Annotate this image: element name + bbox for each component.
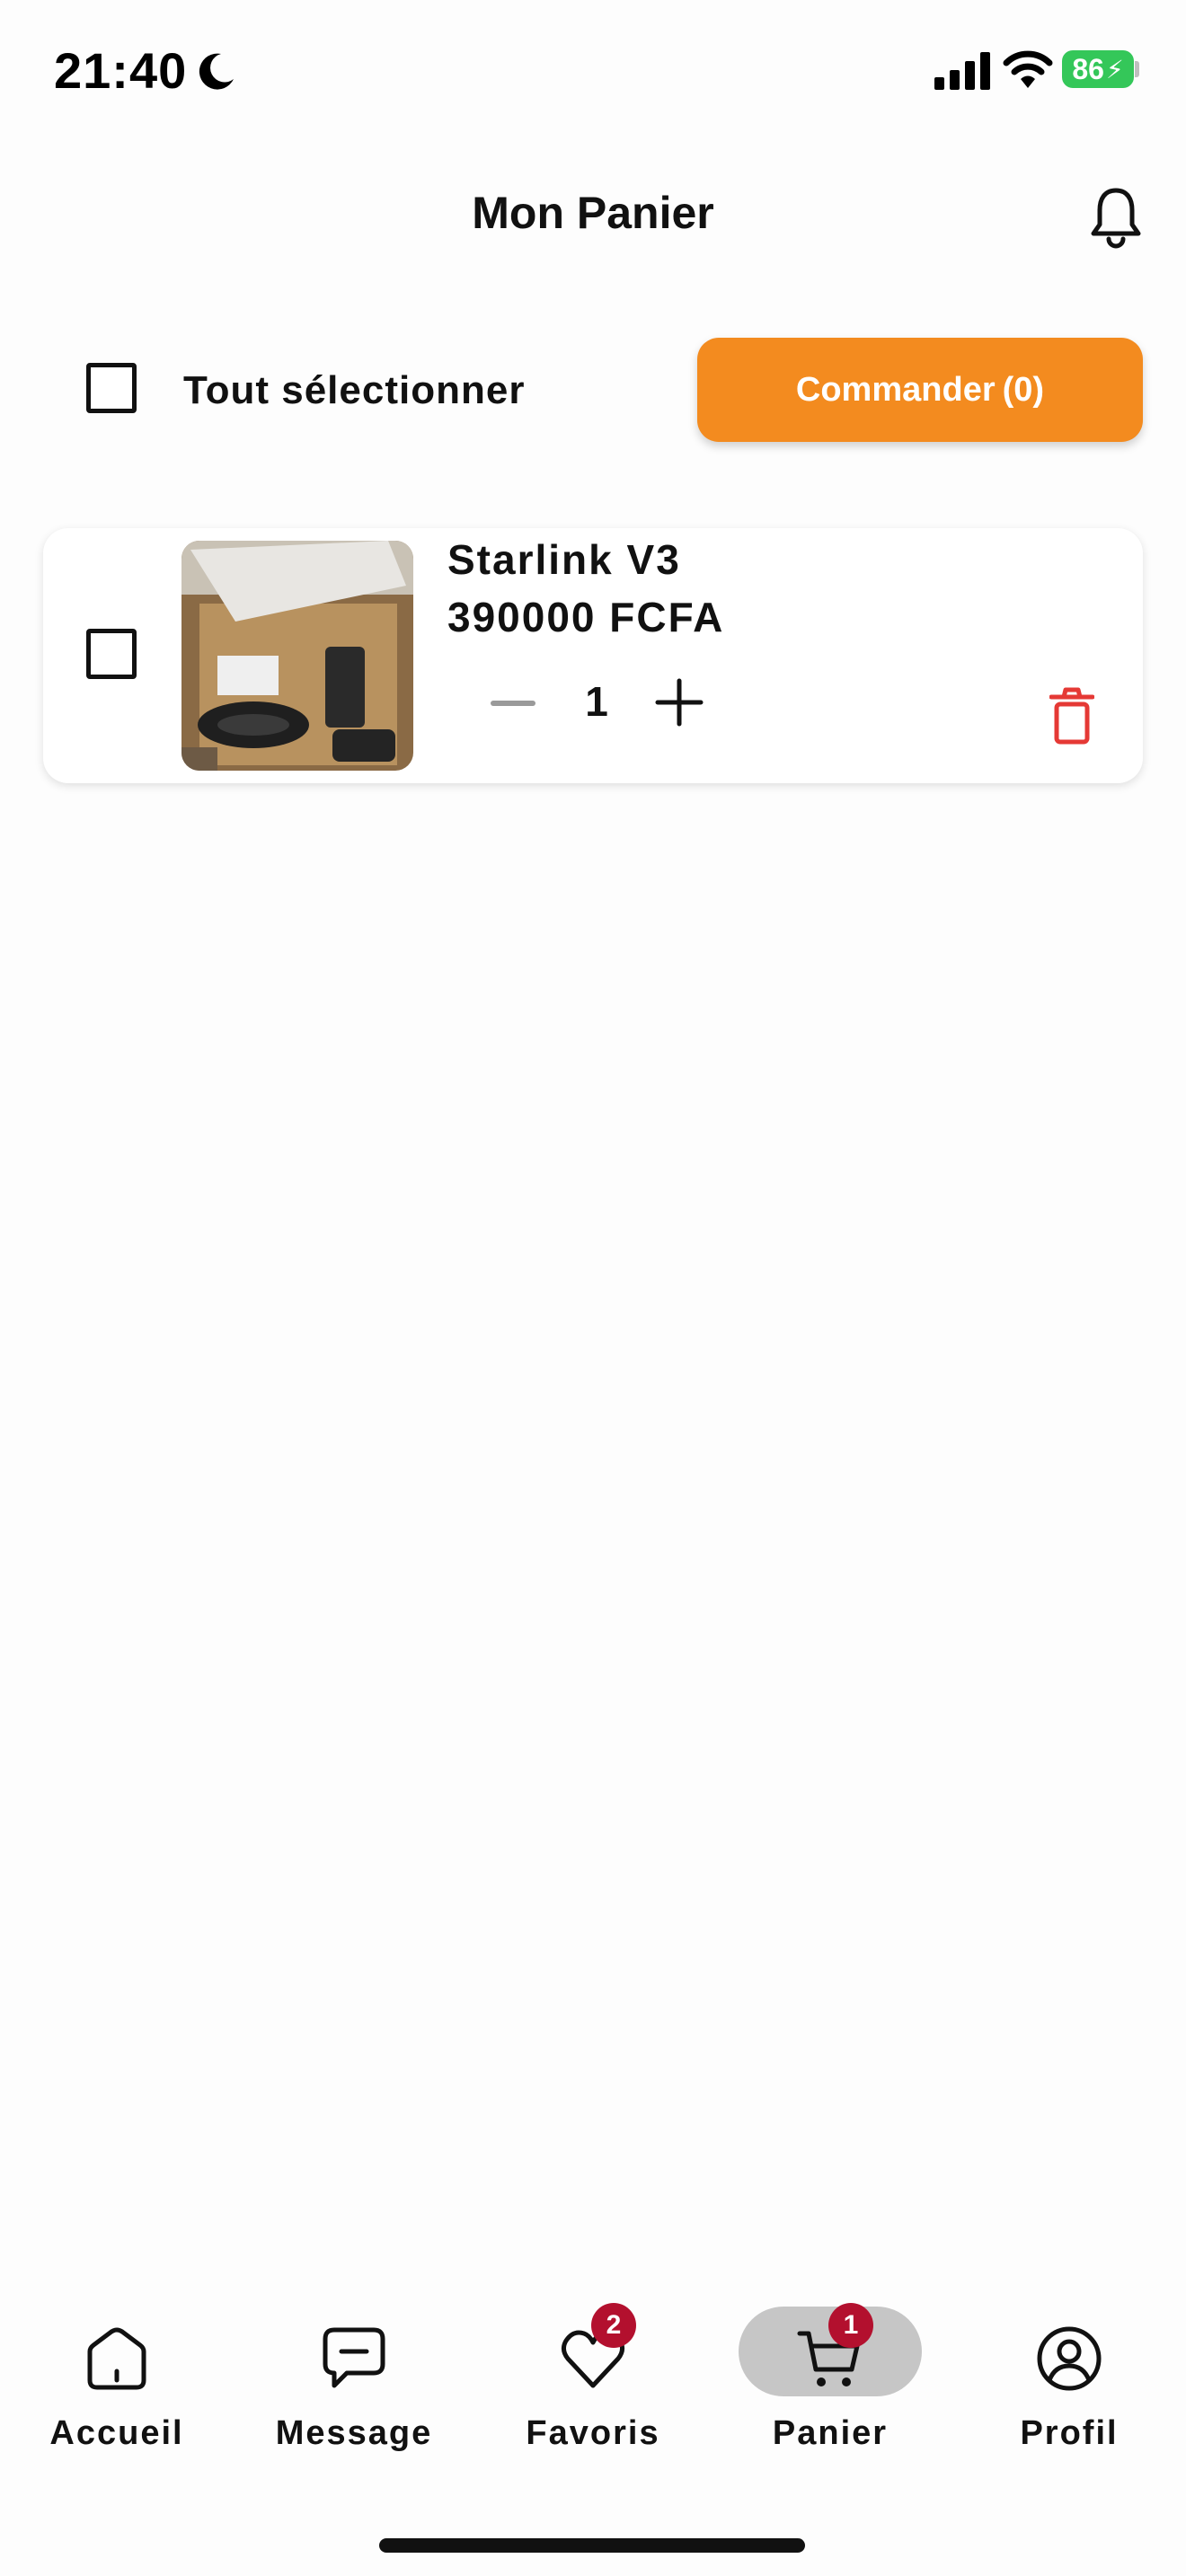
profile-icon — [1037, 2326, 1102, 2391]
bell-icon[interactable] — [1089, 185, 1143, 250]
order-button[interactable]: Commander (0) — [697, 338, 1143, 442]
quantity-decrease-button[interactable] — [491, 701, 535, 706]
nav-label-profil: Profil — [1020, 2414, 1119, 2452]
nav-label-panier: Panier — [772, 2414, 889, 2452]
page-title: Mon Panier — [472, 188, 714, 238]
nav-item-favoris[interactable]: 2 Favoris — [494, 2303, 692, 2465]
home-icon — [87, 2327, 146, 2390]
order-button-label: Commander — [795, 370, 996, 409]
wifi-icon — [1003, 50, 1053, 88]
battery-level: 86 — [1072, 52, 1104, 85]
message-icon — [323, 2327, 385, 2388]
item-checkbox[interactable] — [86, 629, 137, 679]
home-indicator[interactable] — [379, 2538, 805, 2553]
nav-label-message: Message — [275, 2414, 433, 2452]
select-all-checkbox[interactable] — [86, 363, 137, 413]
battery-cap — [1135, 61, 1139, 77]
charging-bolt-icon: ⚡ — [1105, 55, 1124, 84]
product-name: Starlink V3 — [447, 536, 681, 583]
quantity-value: 1 — [585, 678, 608, 725]
moon-icon — [199, 53, 234, 90]
nav-item-accueil[interactable]: Accueil — [18, 2303, 216, 2465]
favoris-badge: 2 — [591, 2303, 636, 2348]
nav-item-message[interactable]: Message — [255, 2303, 453, 2465]
nav-label-favoris: Favoris — [526, 2414, 660, 2452]
order-count: (0) — [1002, 370, 1045, 409]
cart-screen: 21:40 86 ⚡ Mon Panier Tout sélectionner … — [0, 0, 1186, 2576]
nav-label-accueil: Accueil — [49, 2414, 184, 2452]
quantity-increase-button[interactable] — [654, 677, 704, 728]
cart-item: Starlink V3 390000 FCFA 1 — [43, 528, 1143, 783]
battery-icon: 86 ⚡ — [1062, 50, 1134, 88]
nav-item-panier[interactable]: 1 Panier — [731, 2303, 929, 2465]
nav-item-profil[interactable]: Profil — [970, 2303, 1168, 2465]
panier-badge: 1 — [828, 2303, 873, 2348]
product-image[interactable] — [181, 541, 413, 771]
delete-icon[interactable] — [1049, 686, 1094, 745]
signal-icon — [934, 52, 990, 90]
status-time: 21:40 — [54, 42, 188, 99]
product-price: 390000 FCFA — [447, 594, 725, 640]
select-all-label: Tout sélectionner — [183, 368, 526, 412]
